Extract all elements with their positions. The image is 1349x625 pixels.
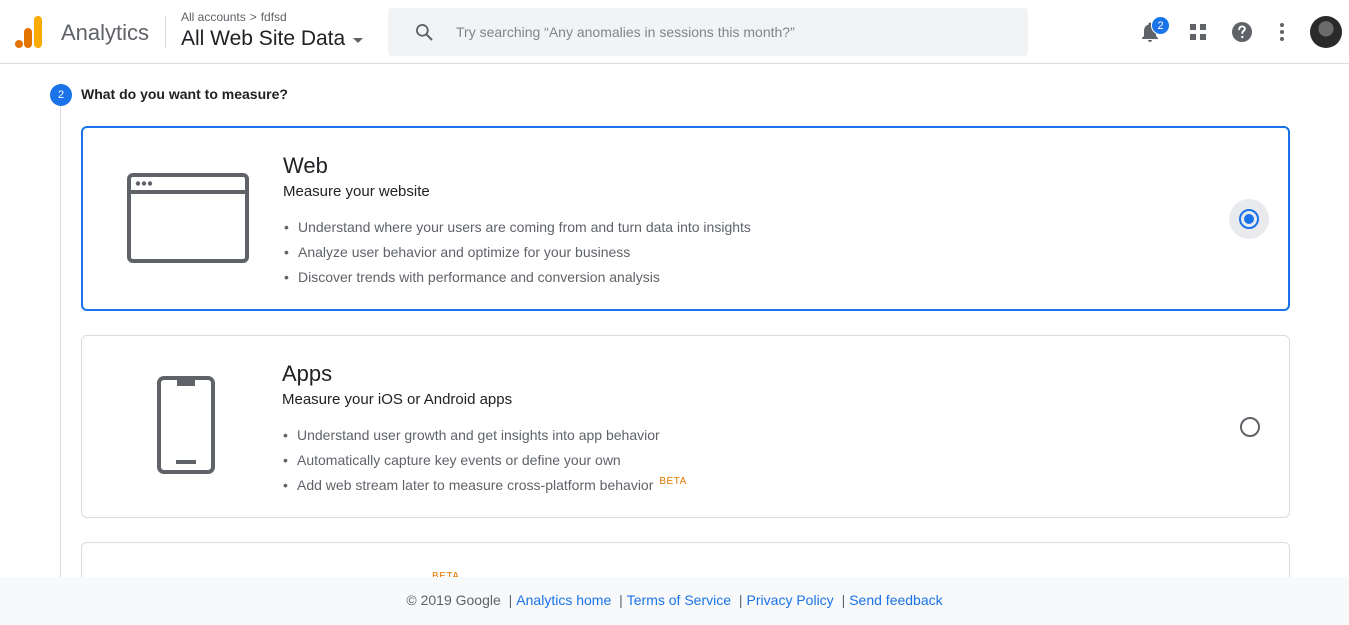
breadcrumb-separator: > [249, 10, 257, 24]
option-card-web[interactable]: Web Measure your website Understand wher… [81, 126, 1290, 311]
view-selector[interactable]: All Web Site Data [181, 27, 364, 51]
bullet-item: Automatically capture key events or defi… [282, 450, 687, 475]
option-subtitle: Measure your website [283, 183, 430, 200]
view-selector-label: All Web Site Data [181, 27, 346, 50]
apps-grid-icon[interactable] [1186, 20, 1210, 44]
bullet-item: Analyze user behavior and optimize for y… [283, 242, 751, 267]
step-title: What do you want to measure? [81, 86, 288, 102]
step-number: 2 [50, 84, 72, 106]
footer-link-terms[interactable]: Terms of Service [627, 592, 731, 608]
radio-unselected-icon [1240, 417, 1260, 437]
footer: © 2019 Google | Analytics home | Terms of … [0, 577, 1349, 625]
bullet-item: Discover trends with performance and con… [283, 267, 751, 292]
footer-separator: | [619, 592, 623, 608]
footer-separator: | [508, 592, 513, 608]
footer-link-feedback[interactable]: Send feedback [849, 592, 942, 608]
option-title: Apps [282, 361, 333, 386]
top-app-bar: Analytics All accounts > fdfsd All Web Sit… [0, 0, 1349, 64]
radio-selected-icon [1239, 209, 1259, 229]
beta-badge: BETA [659, 476, 687, 487]
avatar[interactable] [1310, 16, 1342, 48]
app-name: Analytics [61, 20, 150, 45]
footer-link-analytics-home[interactable]: Analytics home [516, 592, 611, 608]
browser-window-icon [127, 173, 249, 263]
bullet-item: Understand where your users are coming f… [283, 217, 751, 242]
option-bullets: Understand where your users are coming f… [283, 217, 751, 292]
smartphone-icon [157, 376, 215, 474]
option-bullets: Understand user growth and get insights … [282, 425, 687, 500]
breadcrumb[interactable]: All accounts > fdfsd [181, 10, 287, 24]
bullet-text: Add web stream later to measure cross-pl… [297, 477, 654, 493]
option-title: Web [283, 153, 328, 178]
dropdown-caret-icon [353, 37, 364, 43]
stepper-line [60, 104, 61, 577]
header-divider [165, 16, 166, 48]
footer-link-privacy[interactable]: Privacy Policy [747, 592, 834, 608]
footer-separator: | [738, 592, 743, 608]
search-bar[interactable] [388, 8, 1028, 56]
help-icon[interactable] [1230, 20, 1254, 44]
breadcrumb-property[interactable]: fdfsd [261, 10, 287, 24]
footer-separator: | [841, 592, 846, 608]
breadcrumb-account[interactable]: All accounts [181, 10, 246, 24]
copyright: © 2019 Google [406, 592, 501, 608]
more-vert-icon[interactable] [1270, 20, 1294, 44]
search-input[interactable] [456, 20, 1016, 44]
search-icon[interactable] [414, 22, 434, 42]
bullet-item: Add web stream later to measure cross-pl… [282, 475, 687, 500]
analytics-logo-icon[interactable] [15, 16, 43, 48]
apps-radio-button[interactable] [1230, 407, 1270, 447]
notification-badge[interactable]: 2 [1151, 16, 1170, 35]
option-subtitle: Measure your iOS or Android apps [282, 391, 513, 408]
web-radio-button[interactable] [1229, 199, 1269, 239]
bullet-item: Understand user growth and get insights … [282, 425, 687, 450]
option-card-apps[interactable]: Apps Measure your iOS or Android apps Un… [81, 335, 1290, 518]
